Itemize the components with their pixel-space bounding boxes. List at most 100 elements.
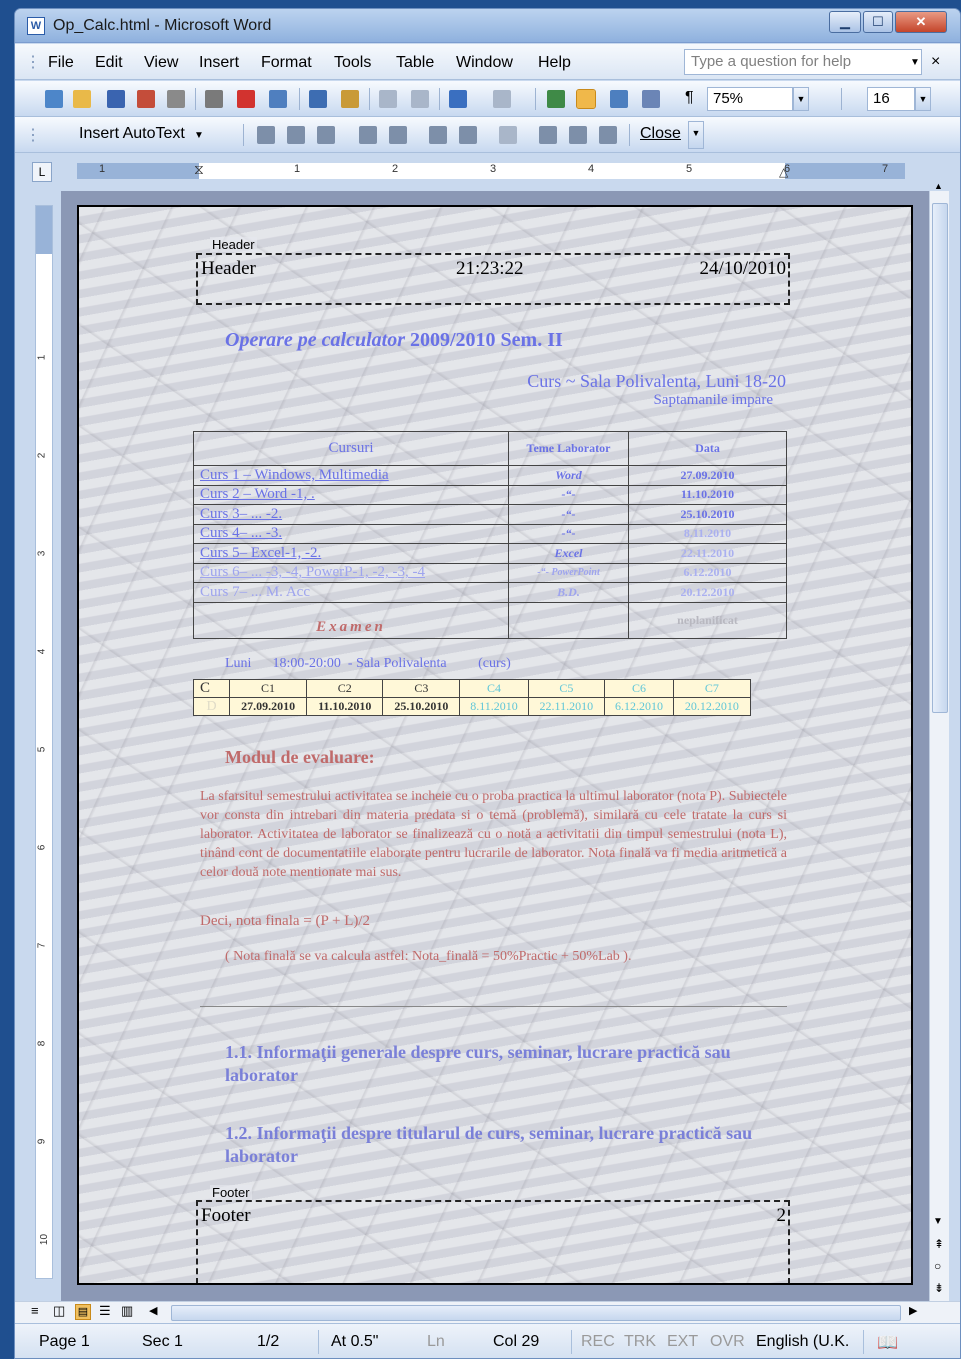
research-icon[interactable] bbox=[237, 90, 255, 108]
document-close-button[interactable]: × bbox=[931, 53, 940, 71]
document-page[interactable]: Header Header 21:23:22 24/10/2010 Operar… bbox=[77, 205, 913, 1285]
document-area[interactable]: Header Header 21:23:22 24/10/2010 Operar… bbox=[61, 191, 929, 1301]
menu-help[interactable]: Help bbox=[538, 54, 571, 72]
font-size-dropdown-icon[interactable]: ▼ bbox=[915, 87, 931, 111]
scroll-up-icon[interactable]: ▲ bbox=[934, 181, 943, 191]
research-book-icon[interactable] bbox=[341, 90, 359, 108]
font-size-select[interactable]: 16 bbox=[867, 87, 915, 111]
status-record-macro[interactable]: REC bbox=[581, 1333, 615, 1351]
cut-icon[interactable] bbox=[379, 90, 397, 108]
section-1-1-heading: 1.1. Informaţii generale despre curs, se… bbox=[225, 1042, 731, 1085]
quick-print-icon[interactable] bbox=[205, 90, 223, 108]
course-link[interactable]: Curs 6– ... -3, -4, PowerP-1, -2, -3, -4 bbox=[193, 562, 509, 583]
header-left-text: Header bbox=[201, 258, 256, 279]
maximize-button[interactable]: ☐ bbox=[863, 11, 893, 33]
next-page-icon[interactable]: ⇟ bbox=[934, 1281, 944, 1295]
zoom-select[interactable]: 75% bbox=[707, 87, 793, 111]
help-search-input[interactable]: Type a question for help bbox=[684, 49, 922, 75]
open-folder-icon[interactable] bbox=[73, 90, 91, 108]
insert-page-number-icon[interactable] bbox=[257, 126, 275, 144]
menu-table[interactable]: Table bbox=[396, 54, 434, 72]
course-link[interactable]: Curs 1 – Windows, Multimedia bbox=[193, 465, 509, 486]
new-document-icon[interactable] bbox=[45, 90, 63, 108]
course-link[interactable]: Curs 4– ... -3. bbox=[193, 523, 509, 544]
autotext-dropdown-icon[interactable]: ▼ bbox=[194, 130, 204, 141]
menu-grip[interactable]: ⋮ bbox=[25, 52, 41, 72]
save-icon[interactable] bbox=[107, 90, 125, 108]
page-setup-icon[interactable] bbox=[429, 126, 447, 144]
switch-header-footer-icon[interactable] bbox=[539, 126, 557, 144]
format-page-number-icon[interactable] bbox=[317, 126, 335, 144]
spelling-icon[interactable] bbox=[309, 90, 327, 108]
insert-autotext-button[interactable]: Insert AutoText bbox=[79, 125, 185, 143]
minimize-button[interactable]: ▁ bbox=[829, 11, 861, 33]
insert-table-icon[interactable] bbox=[610, 90, 628, 108]
standard-toolbar: ¶ 75% ▼ 16 ▼ bbox=[15, 81, 960, 117]
header-footer-toggle-icon[interactable] bbox=[576, 89, 596, 109]
vertical-ruler[interactable]: 1 2 3 4 5 6 7 8 9 10 bbox=[35, 205, 53, 1279]
ruler-bar[interactable]: 1 1 2 3 4 5 6 7 ⧖ △ bbox=[77, 161, 905, 179]
select-browse-object-icon[interactable]: ○ bbox=[934, 1259, 941, 1273]
hyperlink-icon[interactable] bbox=[547, 90, 565, 108]
close-header-footer-button[interactable]: Close bbox=[640, 125, 681, 143]
indent-marker-icon[interactable]: ⧖ bbox=[194, 161, 204, 178]
toolbar-grip[interactable]: ⋮ bbox=[25, 125, 41, 145]
show-previous-icon[interactable] bbox=[569, 126, 587, 144]
right-indent-marker-icon[interactable]: △ bbox=[779, 165, 788, 179]
ruler-number: 4 bbox=[36, 648, 48, 655]
spelling-status-icon[interactable]: 📖 bbox=[877, 1333, 898, 1353]
previous-page-icon[interactable]: ⇞ bbox=[934, 1237, 944, 1251]
table-header-row: Cursuri Teme Laborator Data bbox=[193, 431, 787, 466]
print-preview-icon[interactable] bbox=[269, 90, 287, 108]
permission-icon[interactable] bbox=[137, 90, 155, 108]
table-row: Examen neplanificat bbox=[193, 601, 787, 639]
redo-icon[interactable] bbox=[493, 90, 511, 108]
print-icon[interactable] bbox=[167, 90, 185, 108]
show-hide-text-icon[interactable] bbox=[459, 126, 477, 144]
footer-region[interactable]: Footer 2 bbox=[196, 1200, 790, 1283]
toolbar-options-icon[interactable]: ▼ bbox=[688, 121, 704, 149]
status-extend-selection[interactable]: EXT bbox=[667, 1333, 698, 1351]
status-track-changes[interactable]: TRK bbox=[624, 1333, 656, 1351]
scroll-right-icon[interactable]: ▶ bbox=[909, 1304, 917, 1317]
outline-view-icon[interactable]: ☰ bbox=[99, 1303, 111, 1319]
insert-time-icon[interactable] bbox=[389, 126, 407, 144]
status-overtype[interactable]: OVR bbox=[710, 1333, 745, 1351]
zoom-dropdown-icon[interactable]: ▼ bbox=[793, 87, 809, 111]
normal-view-icon[interactable]: ≡ bbox=[31, 1303, 39, 1318]
word-app-icon[interactable]: W bbox=[27, 17, 45, 35]
close-window-button[interactable]: ✕ bbox=[895, 11, 947, 33]
show-formatting-icon[interactable]: ¶ bbox=[685, 89, 694, 107]
table-row: Curs 4– ... -3. -“- 8.11.2010 bbox=[193, 523, 787, 544]
header-region[interactable]: Header 21:23:22 24/10/2010 bbox=[196, 253, 790, 305]
undo-icon[interactable] bbox=[449, 90, 467, 108]
link-to-previous-icon[interactable] bbox=[499, 126, 517, 144]
menu-view[interactable]: View bbox=[144, 54, 178, 72]
course-title-italic: Operare pe calculator bbox=[225, 329, 405, 351]
copy-icon[interactable] bbox=[411, 90, 429, 108]
scroll-left-icon[interactable]: ◀ bbox=[149, 1304, 157, 1317]
menu-edit[interactable]: Edit bbox=[95, 54, 123, 72]
vertical-scrollbar[interactable]: ▲ ▼ ⇞ ○ ⇟ bbox=[929, 181, 949, 1301]
web-layout-icon[interactable]: ◫ bbox=[53, 1303, 65, 1319]
show-next-icon[interactable] bbox=[599, 126, 617, 144]
course-link[interactable]: Curs 3– ... -2. bbox=[193, 504, 509, 525]
course-link[interactable]: Curs 2 – Word -1, . bbox=[193, 484, 509, 505]
help-dropdown-icon[interactable]: ▼ bbox=[910, 57, 920, 68]
tab-selector[interactable]: L bbox=[32, 162, 52, 182]
insert-number-of-pages-icon[interactable] bbox=[287, 126, 305, 144]
status-language[interactable]: English (U.K. bbox=[756, 1333, 849, 1351]
drawing-icon[interactable] bbox=[642, 90, 660, 108]
print-layout-icon[interactable]: ▤ bbox=[75, 1304, 91, 1320]
horizontal-scroll-thumb[interactable] bbox=[171, 1305, 901, 1321]
insert-date-icon[interactable] bbox=[359, 126, 377, 144]
scroll-down-icon[interactable]: ▼ bbox=[933, 1216, 943, 1227]
scroll-thumb[interactable] bbox=[932, 203, 948, 713]
menu-window[interactable]: Window bbox=[456, 54, 513, 72]
course-link[interactable]: Curs 5– Excel-1, -2. bbox=[193, 543, 509, 564]
menu-insert[interactable]: Insert bbox=[199, 54, 239, 72]
reading-layout-icon[interactable]: ▥ bbox=[121, 1303, 133, 1319]
menu-file[interactable]: File bbox=[48, 54, 74, 72]
menu-format[interactable]: Format bbox=[261, 54, 312, 72]
menu-tools[interactable]: Tools bbox=[334, 54, 371, 72]
